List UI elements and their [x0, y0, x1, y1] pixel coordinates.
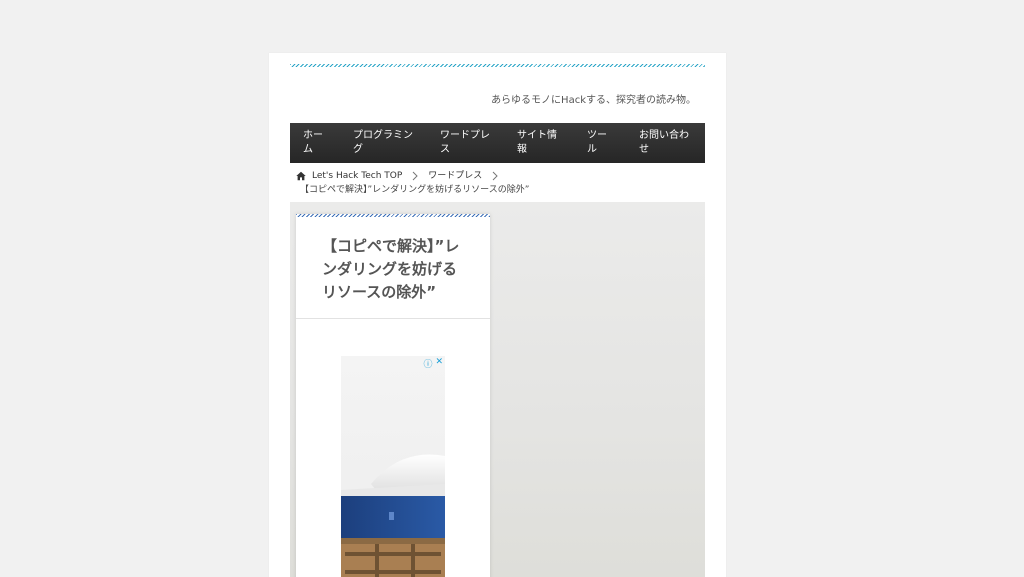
page-container: あらゆるモノにHackする、探究者の読み物。 ホー ム プログラミン グ ワード…	[269, 53, 726, 577]
article-card: 【コピペで解決】”レンダリングを妨げるリソースの除外” ⓘ ✕	[296, 214, 490, 577]
nav-item-contact[interactable]: お問い合わ せ	[626, 123, 705, 163]
nav-item-wordpress[interactable]: ワードプレ ス	[427, 123, 504, 163]
article-title: 【コピペで解決】”レンダリングを妨げるリソースの除外”	[296, 217, 490, 319]
ad-controls: ⓘ ✕	[423, 357, 443, 370]
ad-bed-image	[341, 454, 445, 577]
breadcrumb-category-link[interactable]: ワードプレス	[428, 169, 482, 183]
nav-label-line2: ル	[587, 144, 597, 155]
nav-label-line2: ム	[303, 144, 313, 155]
breadcrumb-current: 【コピペで解決】”レンダリングを妨げるリソースの除外”	[300, 185, 530, 195]
chevron-right-icon	[412, 171, 418, 181]
nav-item-programming[interactable]: プログラミン グ	[340, 123, 427, 163]
nav-label-line1: ワードプレ	[440, 130, 490, 141]
nav-label-line1: ホー	[303, 130, 323, 141]
content-background: 【コピペで解決】”レンダリングを妨げるリソースの除外” ⓘ ✕	[290, 202, 705, 577]
ad-banner[interactable]: ⓘ ✕	[341, 356, 445, 577]
home-icon	[296, 171, 306, 181]
nav-label-line2: ス	[440, 144, 450, 155]
nav-item-home[interactable]: ホー ム	[290, 123, 340, 163]
header-accent-stripe	[290, 64, 705, 67]
global-nav: ホー ム プログラミン グ ワードプレ ス サイト情 報 ツー ル お問い合わ …	[290, 123, 705, 163]
breadcrumb-home-link[interactable]: Let's Hack Tech TOP	[312, 169, 402, 183]
nav-label-line1: プログラミン	[353, 130, 413, 141]
nav-label-line2: グ	[353, 144, 363, 155]
nav-label-line1: サイト情	[517, 130, 557, 141]
nav-label-line2: せ	[639, 144, 649, 155]
nav-label-line2: 報	[517, 144, 527, 155]
site-tagline: あらゆるモノにHackする、探究者の読み物。	[491, 95, 696, 106]
chevron-right-icon	[492, 171, 499, 181]
close-icon[interactable]: ✕	[435, 357, 443, 370]
info-icon[interactable]: ⓘ	[423, 357, 432, 370]
nav-label-line1: ツー	[587, 130, 607, 141]
nav-item-site-info[interactable]: サイト情 報	[504, 123, 574, 163]
breadcrumb: Let's Hack Tech TOP ワードプレス 【コピペで解決】”レンダリ…	[296, 169, 706, 197]
nav-label-line1: お問い合わ	[639, 130, 689, 141]
nav-item-tools[interactable]: ツー ル	[574, 123, 626, 163]
